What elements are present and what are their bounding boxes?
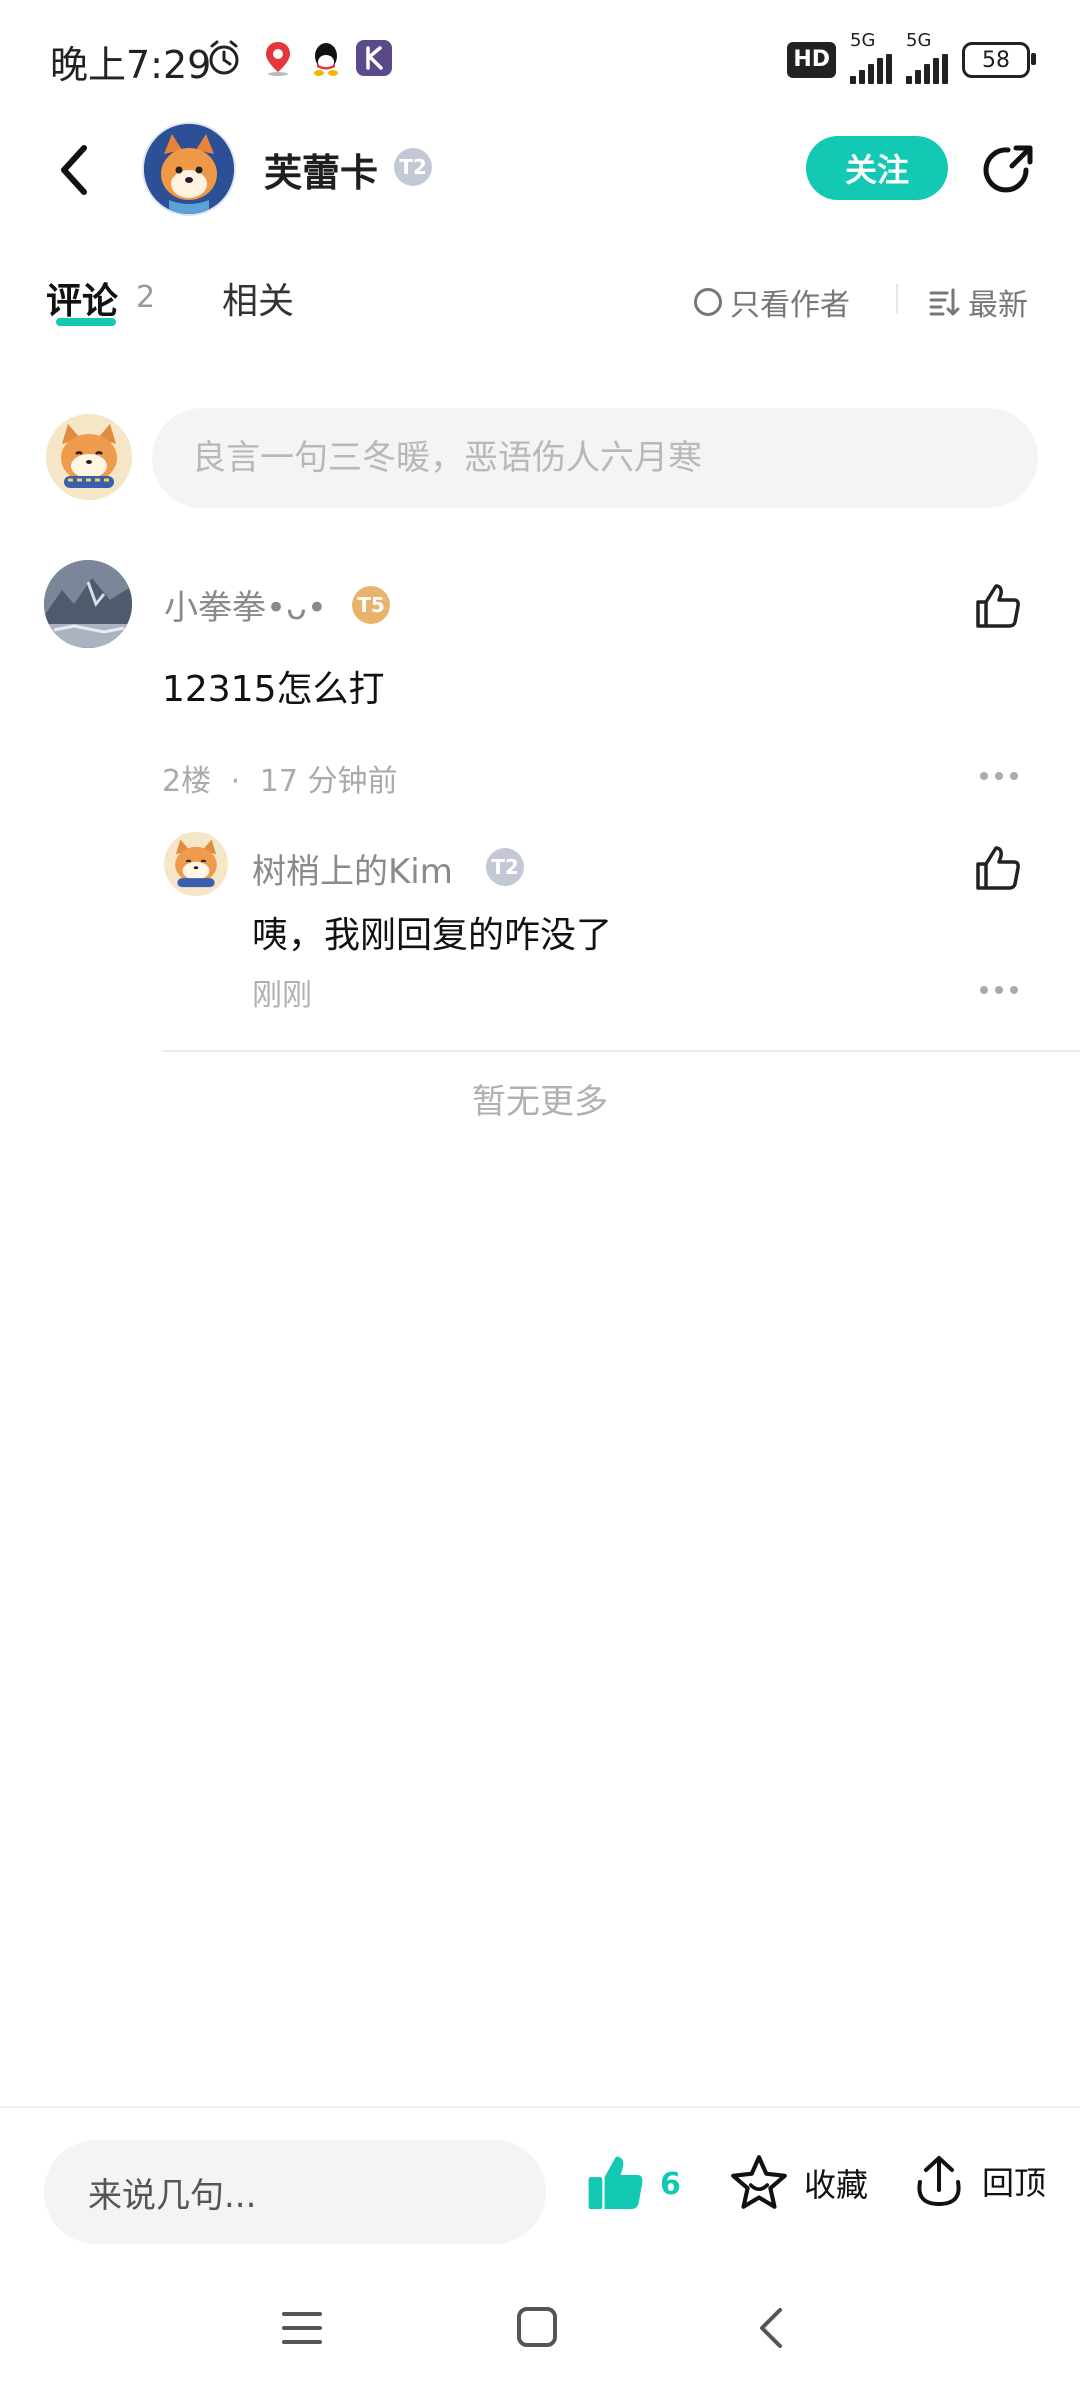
sort-button[interactable]: 最新 (928, 280, 1028, 324)
tab-active-indicator (56, 318, 116, 326)
back-button[interactable] (50, 140, 100, 200)
reply-input[interactable]: 来说几句... (44, 2140, 546, 2244)
reply-input-placeholder: 来说几句... (88, 2175, 257, 2216)
author-name-text: 芙蕾卡 (264, 151, 379, 195)
sim2-label: 5G (906, 30, 932, 51)
comment-meta: 2楼 · 17 分钟前 (162, 756, 397, 800)
tab-comments-count: 2 (136, 280, 156, 315)
level-badge: T2 (486, 848, 524, 886)
no-more-text: 暂无更多 (472, 1082, 608, 1122)
like-count: 6 (660, 2166, 681, 2202)
sim1-label: 5G (850, 30, 876, 51)
only-author-toggle[interactable]: 只看作者 (694, 280, 850, 324)
home-icon[interactable] (514, 2304, 560, 2350)
landscape-avatar-icon (44, 560, 132, 648)
battery-icon: 58 (962, 42, 1036, 78)
signal-icon: 5G (906, 30, 948, 84)
comment-input[interactable] (152, 408, 1038, 508)
signal-icon: 5G (850, 30, 892, 84)
k-app-icon (356, 40, 392, 76)
follow-button[interactable]: 关注 (806, 136, 948, 200)
favorite-label: 收藏 (804, 2166, 869, 2204)
shiba-avatar-icon (144, 124, 234, 214)
tab-comments[interactable]: 评论 (46, 272, 118, 324)
like-button[interactable] (970, 840, 1026, 896)
level-badge: T2 (394, 148, 432, 186)
more-icon[interactable] (980, 766, 1024, 786)
star-icon (731, 2155, 787, 2209)
back-to-top-button[interactable]: 回顶 (910, 2152, 1046, 2210)
author-avatar[interactable] (142, 122, 236, 216)
reply-text: 咦，我刚回复的咋没了 (252, 915, 613, 956)
qq-icon (314, 43, 338, 76)
share-icon[interactable] (978, 140, 1038, 200)
menu-icon[interactable] (280, 2306, 324, 2350)
upload-icon (917, 2156, 961, 2207)
commenter-name[interactable]: 小拳拳•ᴗ• (164, 580, 327, 629)
divider (162, 1050, 1080, 1052)
comment-floor: 2楼 (162, 764, 212, 799)
reply-time: 刚刚 (252, 978, 312, 1013)
more-icon[interactable] (980, 980, 1024, 1000)
alarm-icon (209, 40, 239, 75)
comment-time: 17 分钟前 (259, 764, 398, 799)
level-badge-text: T2 (399, 155, 427, 179)
hd-badge: HD (787, 42, 836, 78)
author-name[interactable]: 芙蕾卡 (264, 142, 378, 197)
status-time: 晚上7:29 (50, 43, 212, 87)
post-like-button[interactable]: 6 (584, 2152, 681, 2216)
my-avatar (46, 414, 132, 500)
status-right: HD 5G 5G 58 (787, 30, 1036, 84)
tab-related[interactable]: 相关 (222, 272, 294, 324)
sort-label: 最新 (968, 288, 1028, 323)
battery-level: 58 (982, 47, 1010, 73)
shiba-avatar-icon (164, 832, 228, 896)
level-badge: T5 (352, 586, 390, 624)
level-badge-text: T2 (491, 855, 519, 879)
only-author-label: 只看作者 (730, 288, 850, 323)
back-top-label: 回顶 (982, 2164, 1047, 2202)
replier-name[interactable]: 树梢上的Kim (252, 844, 453, 893)
map-pin-icon (266, 42, 290, 76)
comment-text: 12315怎么打 (162, 669, 385, 710)
shiba-avatar-icon (46, 414, 132, 500)
meta-dot: · (230, 764, 241, 799)
sort-icon (929, 288, 960, 316)
commenter-avatar[interactable] (44, 560, 132, 648)
replier-avatar[interactable] (164, 832, 228, 896)
level-badge-text: T5 (357, 593, 385, 617)
thumb-up-icon (588, 2156, 643, 2210)
nav-back-icon[interactable] (752, 2304, 792, 2352)
radio-icon (694, 288, 722, 316)
divider (896, 284, 898, 314)
divider (0, 2106, 1080, 2108)
like-button[interactable] (970, 578, 1026, 634)
favorite-button[interactable]: 收藏 (728, 2152, 868, 2214)
